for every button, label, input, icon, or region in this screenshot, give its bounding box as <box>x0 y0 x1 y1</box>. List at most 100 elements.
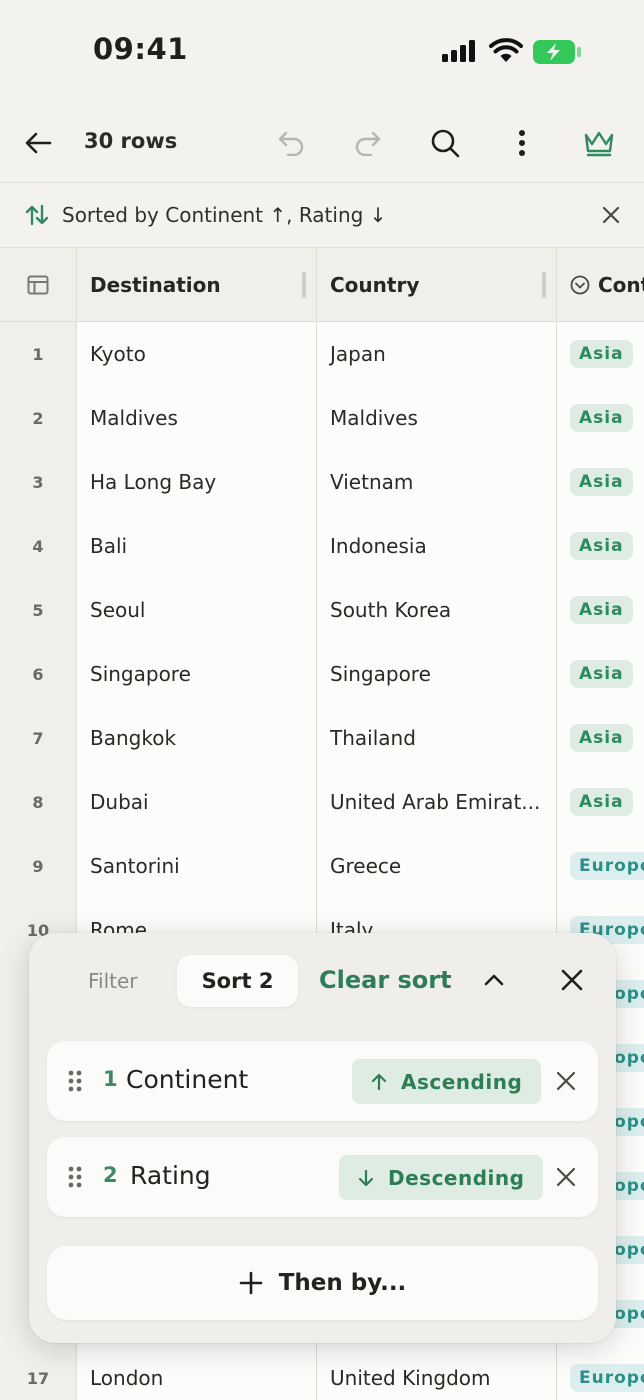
column-header-label: Cont <box>598 273 644 297</box>
country-cell[interactable]: Singapore <box>317 642 557 706</box>
row-count: 30 rows <box>84 129 178 153</box>
sort-rule-index: 2 <box>103 1163 118 1187</box>
continent-cell[interactable]: Asia <box>557 642 644 706</box>
destination-cell[interactable]: Bali <box>77 514 317 578</box>
clear-sort-button[interactable]: Clear sort <box>319 966 452 994</box>
continent-tag: Asia <box>570 404 633 432</box>
wifi-icon <box>489 38 523 64</box>
sort-direction-button[interactable]: Descending <box>339 1155 544 1200</box>
continent-tag: Asia <box>570 532 633 560</box>
drag-handle-icon[interactable] <box>67 1069 83 1093</box>
then-by-label: Then by... <box>278 1270 407 1296</box>
table-row[interactable]: 9 Santorini Greece Europe <box>0 834 644 898</box>
column-header-country[interactable]: Country <box>317 248 557 322</box>
row-number: 9 <box>0 834 77 898</box>
table-row[interactable]: 7 Bangkok Thailand Asia <box>0 706 644 770</box>
column-header-continent[interactable]: Cont <box>557 248 644 322</box>
continent-cell[interactable]: Europe <box>557 834 644 898</box>
destination-cell[interactable]: Bangkok <box>77 706 317 770</box>
close-icon[interactable] <box>555 1070 577 1092</box>
table-row[interactable]: 2 Maldives Maldives Asia <box>0 386 644 450</box>
column-resize-handle[interactable] <box>302 272 306 298</box>
destination-cell[interactable]: Kyoto <box>77 322 317 386</box>
country-cell[interactable]: United Arab Emirat... <box>317 770 557 834</box>
chevron-up-icon[interactable] <box>481 967 507 993</box>
destination-cell[interactable]: Santorini <box>77 834 317 898</box>
continent-cell[interactable]: Asia <box>557 386 644 450</box>
close-icon[interactable] <box>559 967 585 993</box>
close-icon[interactable] <box>600 204 622 226</box>
table-row[interactable]: 1 Kyoto Japan Asia <box>0 322 644 386</box>
table-row[interactable]: 4 Bali Indonesia Asia <box>0 514 644 578</box>
redo-icon[interactable] <box>348 123 388 163</box>
search-icon[interactable] <box>425 123 465 163</box>
sort-direction-button[interactable]: Ascending <box>352 1059 542 1104</box>
table-row[interactable]: 17 London United Kingdom Europe <box>0 1346 644 1400</box>
table-row[interactable]: 6 Singapore Singapore Asia <box>0 642 644 706</box>
tab-filter[interactable]: Filter <box>88 969 138 993</box>
then-by-button[interactable]: Then by... <box>47 1246 598 1320</box>
sort-rule-field[interactable]: Continent <box>126 1065 248 1094</box>
sort-rule-row[interactable]: 2 Rating Descending <box>47 1137 598 1217</box>
destination-cell[interactable]: Dubai <box>77 770 317 834</box>
drag-handle-icon[interactable] <box>67 1165 83 1189</box>
table-row[interactable]: 8 Dubai United Arab Emirat... Asia <box>0 770 644 834</box>
country-cell[interactable]: Indonesia <box>317 514 557 578</box>
dropdown-circle-icon <box>570 275 590 295</box>
continent-cell[interactable]: Asia <box>557 578 644 642</box>
table-row[interactable]: 3 Ha Long Bay Vietnam Asia <box>0 450 644 514</box>
toolbar: 30 rows <box>0 105 644 181</box>
crown-icon[interactable] <box>579 123 619 163</box>
tab-sort[interactable]: Sort 2 <box>177 955 298 1007</box>
table-icon[interactable] <box>0 248 77 322</box>
continent-cell[interactable]: Europe <box>557 1346 644 1400</box>
sort-panel-tabs: Filter Sort 2 Clear sort <box>29 955 616 1007</box>
status-bar: 09:41 <box>0 0 644 100</box>
country-cell[interactable]: Maldives <box>317 386 557 450</box>
continent-cell[interactable]: Asia <box>557 770 644 834</box>
continent-tag: Asia <box>570 596 633 624</box>
destination-cell[interactable]: Ha Long Bay <box>77 450 317 514</box>
table-row[interactable]: 5 Seoul South Korea Asia <box>0 578 644 642</box>
continent-cell[interactable]: Asia <box>557 322 644 386</box>
destination-cell[interactable]: London <box>77 1346 317 1400</box>
continent-cell[interactable]: Asia <box>557 450 644 514</box>
column-header-label: Destination <box>90 273 221 297</box>
sort-direction-label: Descending <box>388 1165 525 1190</box>
continent-cell[interactable]: Asia <box>557 514 644 578</box>
row-number: 8 <box>0 770 77 834</box>
close-icon[interactable] <box>555 1166 577 1188</box>
country-cell[interactable]: South Korea <box>317 578 557 642</box>
back-arrow-icon[interactable] <box>18 123 58 163</box>
sort-rule-index: 1 <box>103 1067 118 1091</box>
country-cell[interactable]: Japan <box>317 322 557 386</box>
sort-rule-row[interactable]: 1 Continent Ascending <box>47 1041 598 1121</box>
more-vertical-icon[interactable] <box>502 123 542 163</box>
status-time: 09:41 <box>93 32 188 66</box>
row-number: 1 <box>0 322 77 386</box>
country-cell[interactable]: Vietnam <box>317 450 557 514</box>
arrow-up-icon <box>371 1073 387 1091</box>
row-number: 4 <box>0 514 77 578</box>
destination-cell[interactable]: Maldives <box>77 386 317 450</box>
cellular-signal-icon <box>442 40 478 62</box>
destination-cell[interactable]: Seoul <box>77 578 317 642</box>
sort-direction-label: Ascending <box>401 1069 523 1094</box>
country-cell[interactable]: Greece <box>317 834 557 898</box>
undo-icon[interactable] <box>271 123 311 163</box>
continent-cell[interactable]: Asia <box>557 706 644 770</box>
grid-header: Destination Country Cont <box>0 248 644 322</box>
row-number: 5 <box>0 578 77 642</box>
sort-summary-bar[interactable]: Sorted by Continent ↑, Rating ↓ <box>0 182 644 248</box>
row-number: 2 <box>0 386 77 450</box>
column-header-destination[interactable]: Destination <box>77 248 317 322</box>
sort-summary-text: Sorted by Continent ↑, Rating ↓ <box>62 203 387 227</box>
row-number: 6 <box>0 642 77 706</box>
country-cell[interactable]: Thailand <box>317 706 557 770</box>
country-cell[interactable]: United Kingdom <box>317 1346 557 1400</box>
continent-tag: Asia <box>570 468 633 496</box>
destination-cell[interactable]: Singapore <box>77 642 317 706</box>
column-resize-handle[interactable] <box>542 272 546 298</box>
row-number: 7 <box>0 706 77 770</box>
sort-rule-field[interactable]: Rating <box>130 1161 211 1190</box>
